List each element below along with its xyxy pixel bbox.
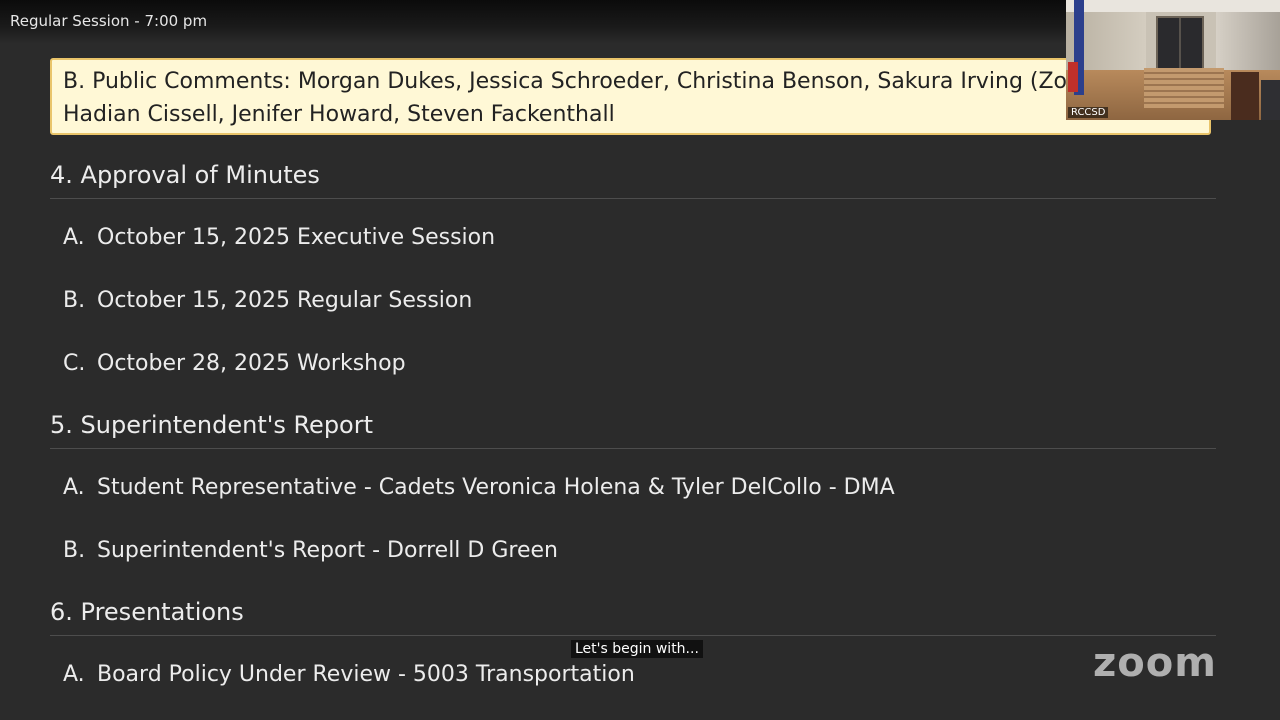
section-divider: [50, 198, 1216, 199]
meeting-screen: Regular Session - 7:00 pm B. Public Comm…: [0, 0, 1280, 720]
section-heading: 6. Presentations: [50, 598, 244, 626]
room-stairs: [1144, 68, 1224, 108]
room-ceiling: [1066, 0, 1280, 12]
room-doors: [1156, 16, 1204, 72]
agenda-item: A. Board Policy Under Review - 5003 Trans…: [63, 662, 635, 687]
seating: [1261, 80, 1280, 120]
live-caption: Let's begin with...: [571, 640, 703, 658]
item-text: October 15, 2025 Regular Session: [97, 288, 473, 313]
zoom-watermark: zoom: [1093, 640, 1217, 686]
section-heading: 4. Approval of Minutes: [50, 161, 320, 189]
item-letter: A.: [63, 225, 85, 250]
session-title: Regular Session - 7:00 pm: [10, 12, 208, 30]
item-text: October 28, 2025 Workshop: [97, 351, 406, 376]
item-letter: C.: [63, 351, 86, 376]
flag: [1068, 62, 1078, 92]
item-text: Student Representative - Cadets Veronica…: [97, 475, 895, 500]
public-comments-line-1: B. Public Comments: Morgan Dukes, Jessic…: [63, 69, 1068, 94]
item-letter: B.: [63, 538, 86, 563]
item-text: October 15, 2025 Executive Session: [97, 225, 496, 250]
agenda-item: A. October 15, 2025 Executive Session: [63, 225, 495, 250]
highlighted-agenda-item: B. Public Comments: Morgan Dukes, Jessic…: [50, 58, 1211, 135]
item-text: Superintendent's Report - Dorrell D Gree…: [97, 538, 558, 563]
item-letter: A.: [63, 475, 85, 500]
item-letter: B.: [63, 288, 86, 313]
item-text: Board Policy Under Review - 5003 Transpo…: [97, 662, 635, 687]
podium: [1231, 72, 1259, 120]
agenda-item: A. Student Representative - Cadets Veroni…: [63, 475, 895, 500]
section-heading: 5. Superintendent's Report: [50, 411, 374, 439]
agenda-item: B. Superintendent's Report - Dorrell D Gr…: [63, 538, 558, 563]
agenda-item: C. October 28, 2025 Workshop: [63, 351, 406, 376]
section-divider: [50, 448, 1216, 449]
public-comments-line-2: Hadian Cissell, Jenifer Howard, Steven F…: [63, 102, 615, 127]
camera-video-thumbnail[interactable]: RCCSD: [1066, 0, 1280, 120]
agenda-item: B. October 15, 2025 Regular Session: [63, 288, 472, 313]
section-divider: [50, 635, 1216, 636]
item-letter: A.: [63, 662, 85, 687]
video-participant-label: RCCSD: [1068, 107, 1109, 118]
